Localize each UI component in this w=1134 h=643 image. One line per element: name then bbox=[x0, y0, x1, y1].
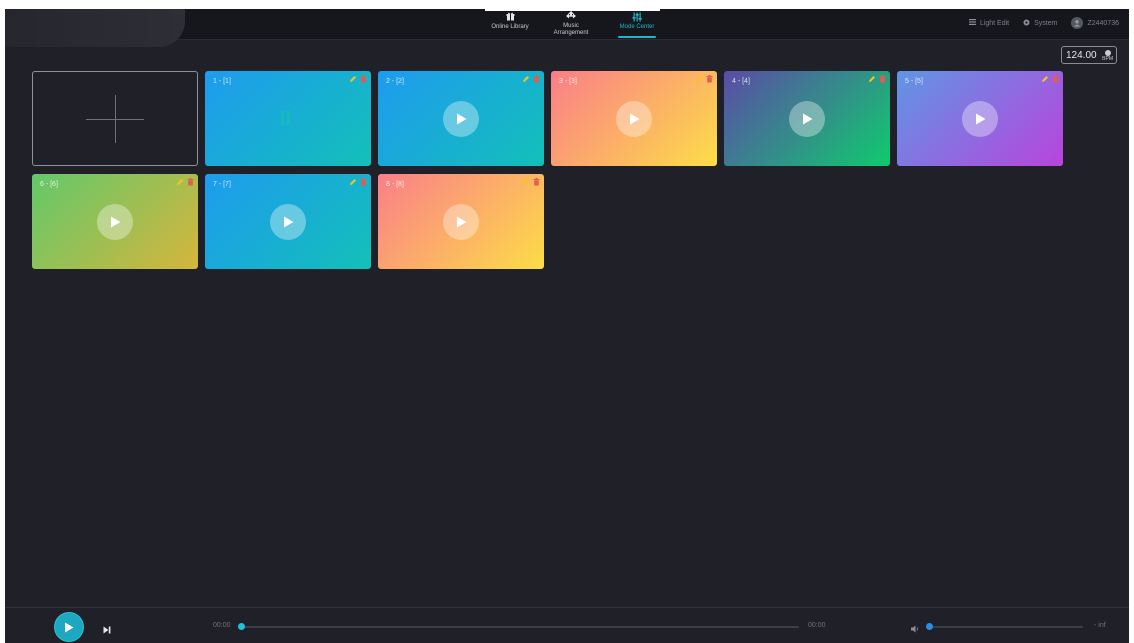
delete-trash-icon[interactable] bbox=[705, 74, 713, 83]
play-icon[interactable] bbox=[97, 204, 133, 240]
delete-trash-icon[interactable] bbox=[532, 74, 540, 83]
card-actions bbox=[349, 74, 367, 83]
delete-trash-icon[interactable] bbox=[359, 177, 367, 186]
light-edit-button[interactable]: Light Edit bbox=[968, 19, 1010, 27]
volume-level: - inf bbox=[1094, 622, 1106, 629]
play-icon[interactable] bbox=[270, 204, 306, 240]
tab-label: Online Library bbox=[491, 24, 529, 30]
mode-card-title: 6 - [6] bbox=[40, 181, 58, 188]
play-icon[interactable] bbox=[616, 101, 652, 137]
gift-icon bbox=[506, 11, 515, 22]
system-button[interactable]: System bbox=[1023, 19, 1057, 28]
avatar bbox=[1071, 17, 1084, 29]
card-actions bbox=[176, 177, 194, 186]
edit-pencil-icon[interactable] bbox=[349, 74, 357, 83]
play-icon[interactable] bbox=[443, 204, 479, 240]
skip-next-icon bbox=[103, 626, 111, 634]
sliders-icon bbox=[632, 11, 642, 22]
mode-card-title: 4 - [4] bbox=[732, 78, 750, 85]
mode-card[interactable]: 1 - [1] bbox=[205, 71, 371, 166]
volume-icon[interactable] bbox=[911, 620, 921, 633]
delete-trash-icon[interactable] bbox=[878, 74, 886, 83]
play-icon[interactable] bbox=[789, 101, 825, 137]
volume-knob[interactable] bbox=[925, 623, 933, 630]
edit-pencil-icon[interactable] bbox=[176, 177, 184, 186]
mode-card[interactable]: 3 - [3] bbox=[551, 71, 717, 166]
active-tab-indicator bbox=[618, 36, 656, 38]
play-icon[interactable] bbox=[443, 101, 479, 137]
top-bar: Online Library Music Arrangement Mode Ce… bbox=[5, 9, 1129, 47]
tab-music-arrangement[interactable]: Music Arrangement bbox=[536, 11, 606, 37]
card-actions bbox=[522, 74, 540, 83]
mode-card-title: 7 - [7] bbox=[213, 181, 231, 188]
edit-pencil-icon[interactable] bbox=[522, 177, 530, 186]
plus-icon-stroke bbox=[115, 95, 116, 143]
total-time: 00:00 bbox=[808, 622, 826, 629]
list-icon bbox=[968, 19, 976, 27]
edit-pencil-icon[interactable] bbox=[868, 74, 876, 83]
mode-card[interactable]: 5 - [5] bbox=[897, 71, 1063, 166]
mode-card-title: 2 - [2] bbox=[386, 78, 404, 85]
mode-card[interactable]: 2 - [2] bbox=[378, 71, 544, 166]
bpm-value: 124.00 bbox=[1066, 49, 1097, 61]
card-actions bbox=[868, 74, 886, 83]
mode-card[interactable]: 7 - [7] bbox=[205, 174, 371, 269]
edit-pencil-icon[interactable] bbox=[522, 74, 530, 83]
play-icon bbox=[65, 622, 74, 632]
play-button[interactable] bbox=[55, 613, 83, 641]
app-window: Online Library Music Arrangement Mode Ce… bbox=[5, 9, 1129, 643]
edit-pencil-icon[interactable] bbox=[695, 74, 703, 83]
edit-pencil-icon[interactable] bbox=[349, 177, 357, 186]
mode-card[interactable]: 4 - [4] bbox=[724, 71, 890, 166]
pause-icon[interactable] bbox=[281, 111, 293, 125]
delete-trash-icon[interactable] bbox=[359, 74, 367, 83]
mode-card[interactable]: 6 - [6] bbox=[32, 174, 198, 269]
play-icon[interactable] bbox=[962, 101, 998, 137]
tab-label: Mode Center bbox=[619, 24, 655, 30]
right-menu: Light Edit System Z2440736 bbox=[968, 17, 1119, 29]
light-edit-label: Light Edit bbox=[979, 19, 1010, 27]
edit-pencil-icon[interactable] bbox=[1041, 74, 1049, 83]
card-actions bbox=[695, 74, 713, 83]
volume-slider[interactable] bbox=[925, 623, 1083, 630]
tab-online-library[interactable]: Online Library bbox=[475, 11, 545, 37]
card-actions bbox=[349, 177, 367, 186]
arrows-icon bbox=[566, 11, 576, 21]
delete-trash-icon[interactable] bbox=[1051, 74, 1059, 83]
user-menu[interactable]: Z2440736 bbox=[1071, 17, 1119, 29]
user-id: Z2440736 bbox=[1087, 19, 1119, 27]
player-bar: 00:00 00:00 - inf bbox=[5, 607, 1129, 643]
mode-card-title: 5 - [5] bbox=[905, 78, 923, 85]
mode-card-title: 3 - [3] bbox=[559, 78, 577, 85]
tab-mode-center[interactable]: Mode Center bbox=[602, 11, 672, 38]
system-label: System bbox=[1034, 19, 1058, 27]
mode-card-title: 8 - [8] bbox=[386, 181, 404, 188]
card-actions bbox=[1041, 74, 1059, 83]
tab-label: Music Arrangement bbox=[553, 23, 589, 36]
gear-icon bbox=[1023, 19, 1030, 28]
mode-grid: 1 - [1] 2 - [2] 3 - [3] 4 - [4] 5 - [5] 6 - [… bbox=[32, 71, 1072, 271]
mode-card[interactable]: 8 - [8] bbox=[378, 174, 544, 269]
progress-knob[interactable] bbox=[237, 623, 245, 630]
next-button[interactable] bbox=[103, 621, 113, 634]
bpm-display[interactable]: 124.00 BPM bbox=[1061, 46, 1117, 64]
card-actions bbox=[522, 177, 540, 186]
delete-trash-icon[interactable] bbox=[532, 177, 540, 186]
mode-card-title: 1 - [1] bbox=[213, 78, 231, 85]
delete-trash-icon[interactable] bbox=[186, 177, 194, 186]
add-mode-card[interactable] bbox=[32, 71, 198, 166]
bpm-unit-label: BPM bbox=[1102, 56, 1113, 62]
bpm-unit: BPM bbox=[1102, 50, 1113, 62]
logo-area bbox=[5, 9, 185, 47]
progress-slider[interactable] bbox=[237, 623, 799, 630]
current-time: 00:00 bbox=[213, 622, 231, 629]
